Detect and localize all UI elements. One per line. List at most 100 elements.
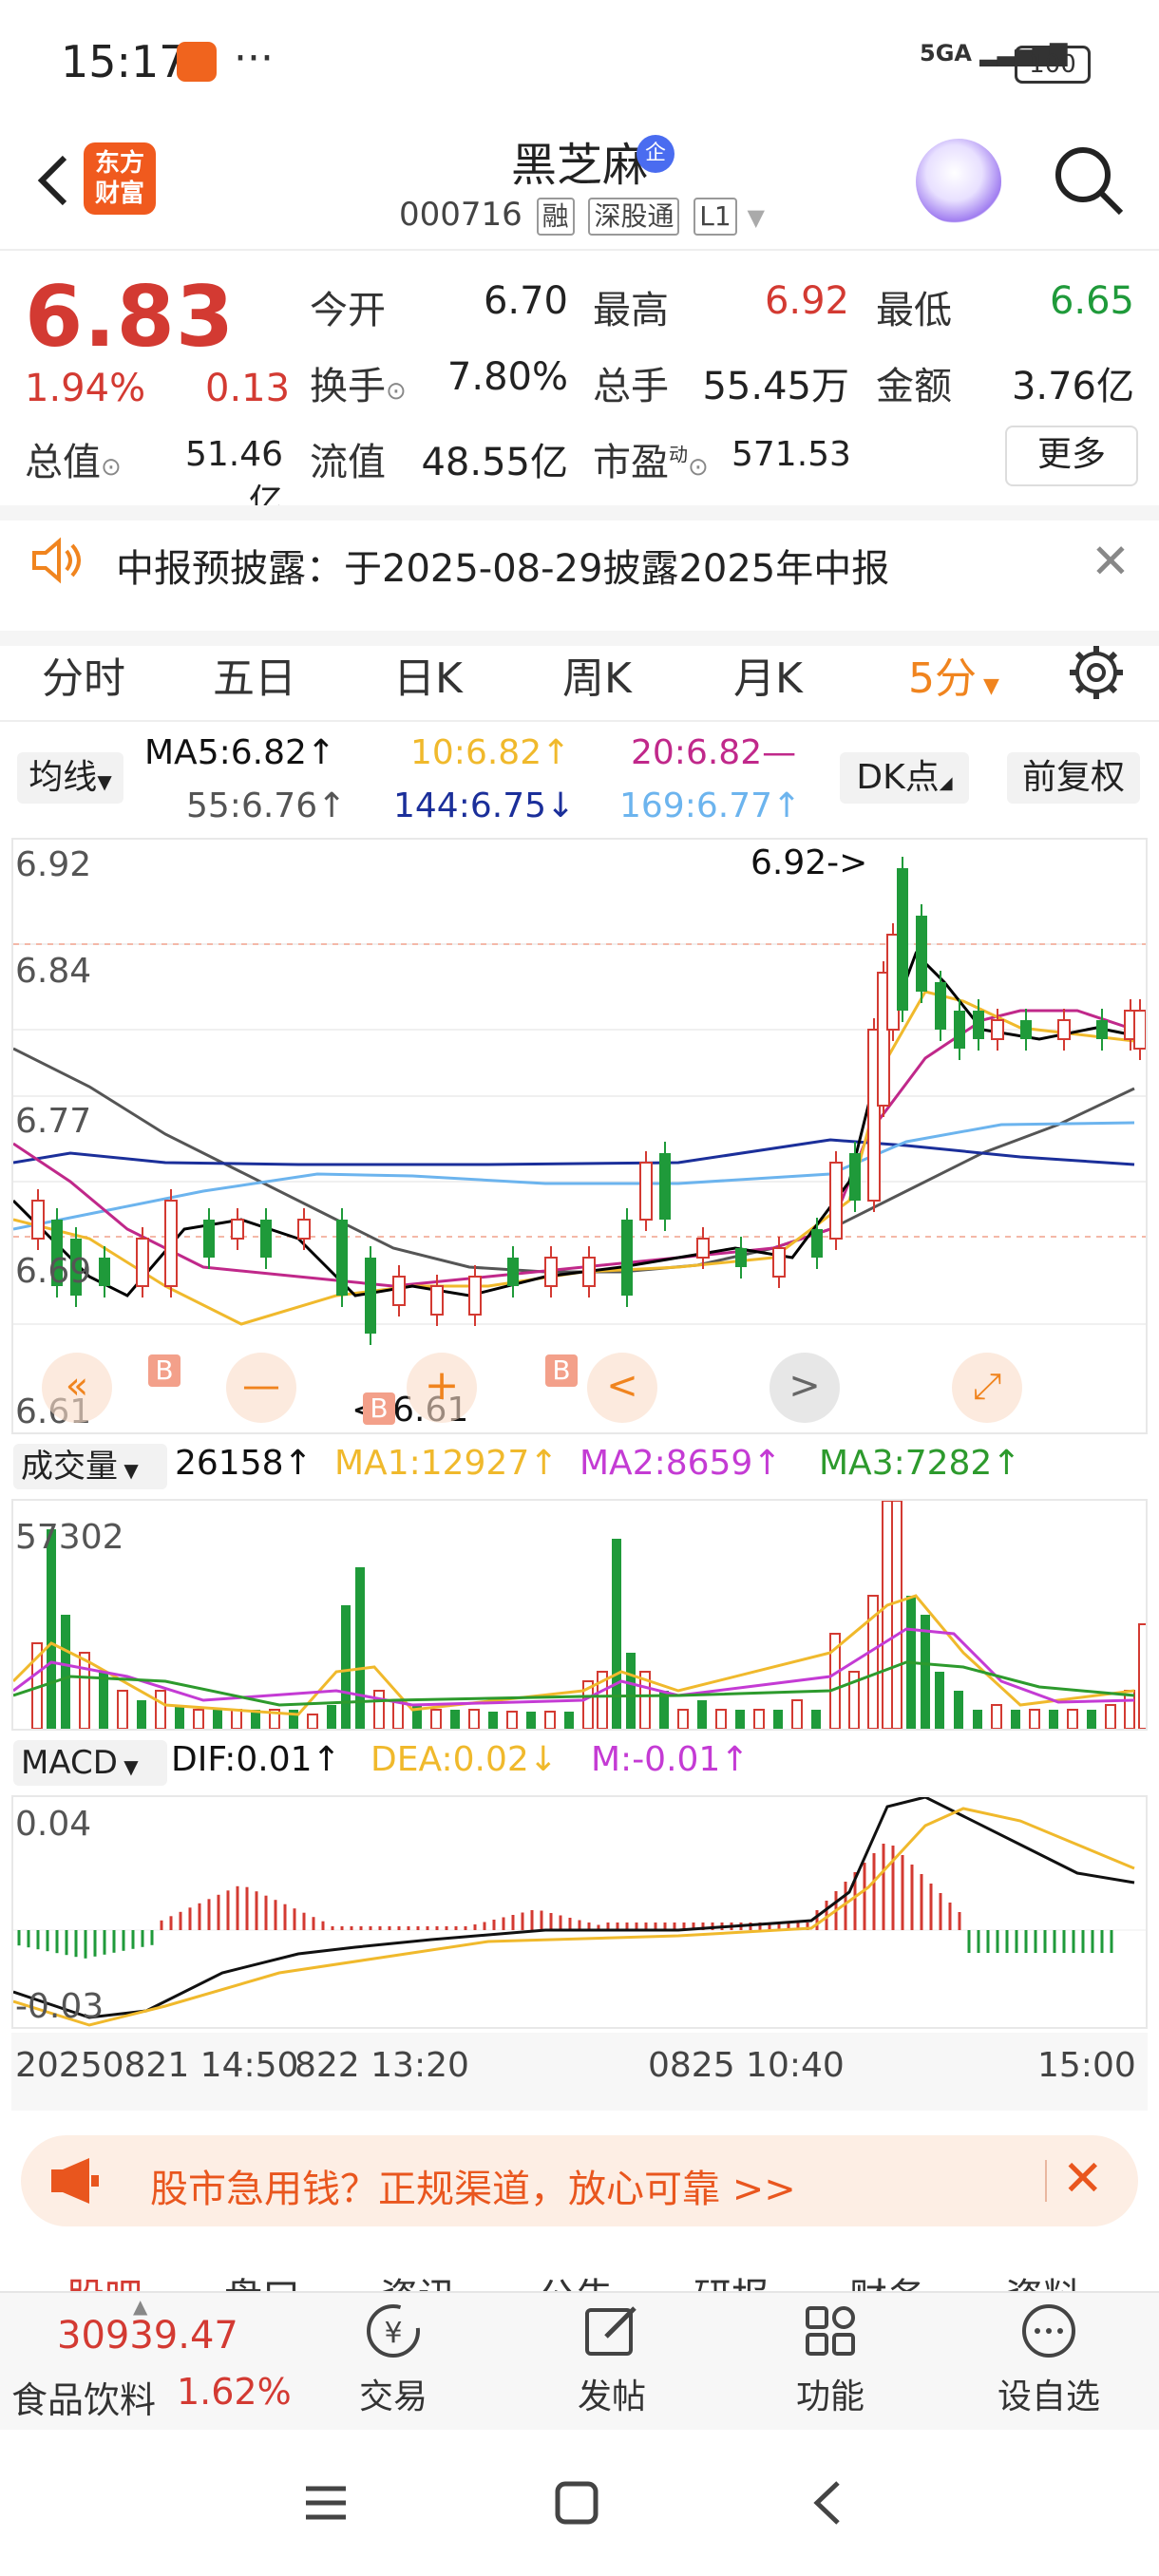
- function-button[interactable]: 功能: [764, 2301, 897, 2418]
- tab-pankou[interactable]: 盘口: [224, 2266, 300, 2291]
- ad-text: 股市急用钱？正规渠道，放心可靠 >>: [150, 2168, 796, 2211]
- float-label: 流值: [310, 441, 386, 484]
- dk-point-button[interactable]: DK点◢: [840, 752, 969, 804]
- volume-bar: [564, 1712, 574, 1729]
- volume-bar: [468, 1709, 480, 1729]
- sector-index-name[interactable]: 食品饮料: [11, 2371, 156, 2423]
- scroll-left-fast-icon[interactable]: «: [42, 1353, 112, 1423]
- megaphone-icon: [48, 2156, 104, 2209]
- trade-button[interactable]: ¥ 交易: [327, 2301, 460, 2418]
- tab-daily-k[interactable]: 日K: [393, 644, 463, 705]
- back-nav-icon[interactable]: [806, 2479, 853, 2530]
- ma-selector[interactable]: 均线▼: [17, 752, 124, 804]
- ma10-label: 10:6.82↑: [410, 733, 571, 772]
- current-price: 6.83: [25, 268, 236, 366]
- time-label: 0825 10:40: [648, 2046, 845, 2085]
- close-icon[interactable]: ✕: [1091, 534, 1130, 589]
- open-value: 6.70: [483, 279, 568, 323]
- tab-research[interactable]: 研报: [694, 2266, 770, 2291]
- fullscreen-icon[interactable]: ⤢: [952, 1353, 1022, 1423]
- search-button[interactable]: [1051, 142, 1127, 218]
- tab-guba[interactable]: 股吧: [66, 2266, 142, 2291]
- candle-body: [811, 1229, 823, 1258]
- post-button[interactable]: 发帖: [545, 2301, 678, 2418]
- home-icon[interactable]: [553, 2479, 600, 2530]
- gear-icon[interactable]: [1066, 642, 1127, 707]
- volume-bar: [47, 1529, 56, 1729]
- buy-mark[interactable]: B: [363, 1392, 395, 1425]
- macd-selector[interactable]: MACD ▼: [13, 1740, 167, 1786]
- mktcap-label: 总值⊙: [25, 431, 122, 486]
- dk-label: DK点: [856, 758, 940, 797]
- tab-announcements[interactable]: 公告: [538, 2266, 614, 2291]
- scroll-right-icon[interactable]: >: [770, 1353, 840, 1423]
- tab-finance[interactable]: 财务: [849, 2266, 925, 2291]
- add-watchlist-label: 设自选: [997, 2377, 1100, 2416]
- high-label: 最高: [593, 289, 669, 332]
- ma55-label: 55:6.76↑: [186, 786, 347, 825]
- menu-icon[interactable]: [302, 2479, 350, 2530]
- tag-margin: 融: [536, 198, 575, 236]
- volume-bar: [954, 1691, 963, 1729]
- zoom-in-icon[interactable]: +: [407, 1353, 477, 1423]
- tab-news[interactable]: 资讯: [380, 2266, 456, 2291]
- volume-bar: [392, 1699, 404, 1729]
- tab-profile[interactable]: 资料: [1005, 2266, 1081, 2291]
- macd-chart[interactable]: [11, 1795, 1148, 2029]
- macd-selector-label: MACD: [21, 1744, 118, 1782]
- candle-body: [1133, 1010, 1146, 1050]
- volume-chart[interactable]: [11, 1499, 1148, 1731]
- volume-ma1: MA1:12927↑: [334, 1444, 559, 1483]
- candle-body: [621, 1220, 633, 1296]
- stock-code: 000716: [399, 196, 522, 234]
- buy-mark[interactable]: B: [148, 1354, 180, 1387]
- volume-bar: [373, 1690, 385, 1729]
- volume-bar: [935, 1672, 944, 1729]
- pe-sup: 动: [669, 443, 688, 466]
- volume-bar: [137, 1700, 146, 1729]
- info-icon[interactable]: ⊙: [688, 453, 709, 482]
- ai-assistant-avatar[interactable]: [916, 139, 1001, 224]
- volume-selector-label: 成交量: [21, 1448, 118, 1486]
- volume-bar: [811, 1710, 821, 1729]
- dropdown-icon: ▼: [747, 204, 765, 231]
- more-circle-icon: [1022, 2304, 1075, 2358]
- macd-canvas: [13, 1797, 1146, 2027]
- candle-body: [916, 916, 927, 992]
- more-button[interactable]: 更多: [1005, 426, 1138, 486]
- price-chart[interactable]: [11, 838, 1148, 1434]
- volume-bar: [544, 1711, 556, 1729]
- tab-intraday[interactable]: 分时: [42, 644, 125, 705]
- candle-body: [1020, 1020, 1032, 1039]
- candle-body: [772, 1247, 786, 1278]
- volume-bar: [1067, 1709, 1078, 1729]
- stock-code-row[interactable]: 000716 融 深股通 L1 ▼: [399, 196, 765, 236]
- tab-five-day[interactable]: 五日: [213, 644, 296, 705]
- sector-index-value[interactable]: 30939.47: [57, 2314, 238, 2358]
- volume-selector[interactable]: 成交量 ▼: [13, 1444, 167, 1489]
- candle-body: [430, 1285, 444, 1316]
- low-value: 6.65: [1049, 279, 1134, 323]
- volume-bar: [882, 1501, 893, 1729]
- candle-body: [365, 1258, 376, 1334]
- info-icon[interactable]: ⊙: [101, 453, 122, 482]
- tab-5min[interactable]: 5分 ▼: [908, 644, 999, 705]
- add-watchlist-button[interactable]: 设自选: [982, 2301, 1115, 2418]
- volume-bar: [430, 1709, 442, 1729]
- dropdown-icon: ▼: [117, 1755, 139, 1778]
- ma169-line: [13, 1121, 1135, 1231]
- open-label: 今开: [310, 289, 386, 332]
- adjust-button[interactable]: 前复权: [1007, 752, 1140, 804]
- tab-weekly-k[interactable]: 周K: [562, 644, 632, 705]
- buy-mark[interactable]: B: [545, 1354, 578, 1387]
- zoom-out-icon[interactable]: —: [226, 1353, 296, 1423]
- close-icon[interactable]: ✕: [1062, 2150, 1104, 2207]
- info-icon[interactable]: ⊙: [386, 377, 407, 406]
- more-notifications-icon: ···: [234, 34, 274, 83]
- tab-monthly-k[interactable]: 月K: [733, 644, 803, 705]
- y-label: 6.77: [15, 1102, 92, 1141]
- volume-bar: [1138, 1623, 1146, 1729]
- candle-body: [99, 1258, 110, 1286]
- tab-5min-label: 5分: [908, 654, 977, 703]
- scroll-left-icon[interactable]: <: [587, 1353, 657, 1423]
